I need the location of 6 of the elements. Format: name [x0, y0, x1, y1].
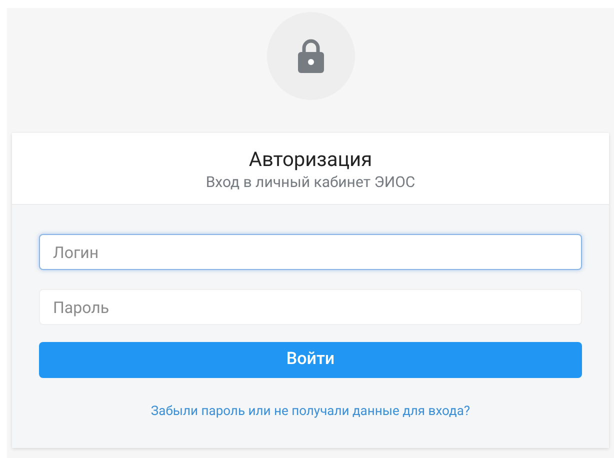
input-field[interactable]: Логин	[39, 234, 582, 270]
forgot-password-link[interactable]: Забыли пароль или не получали данные для входа?	[150, 402, 470, 422]
lock-icon	[296, 38, 324, 74]
login-subtitle: Вход в личный кабинет ЭИОС	[206, 172, 416, 192]
login-button[interactable]: Войти	[39, 342, 582, 378]
login-title: Авторизация	[248, 146, 372, 172]
